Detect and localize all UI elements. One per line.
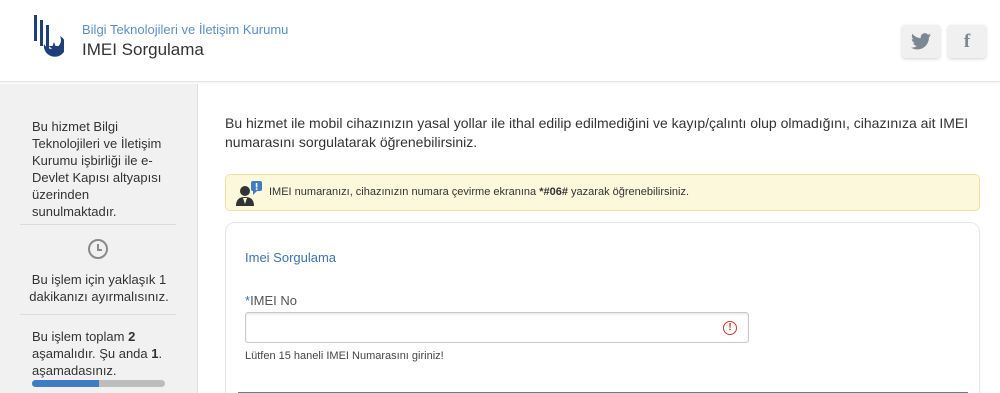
total-steps: 2 xyxy=(128,329,136,344)
service-description: Bu hizmet ile mobil cihazınızın yasal yo… xyxy=(225,115,969,150)
notice-text-part: IMEI numaranızı, cihazınızın numara çevi… xyxy=(269,186,540,198)
service-title: IMEI Sorgulama xyxy=(82,40,204,59)
info-notice: IMEI numaranızı, cihazınızın numara çevi… xyxy=(225,174,980,211)
form-title: Imei Sorgulama xyxy=(245,250,337,265)
imei-label-text: IMEI No xyxy=(250,293,298,308)
notice-text-part: yazarak öğrenebilirsiniz. xyxy=(568,186,690,198)
duration-note: Bu işlem için yaklaşık 1 dakikanızı ayır… xyxy=(29,272,169,304)
sidebar: Bu hizmet Bilgi Teknolojileri ve İletişi… xyxy=(0,84,198,393)
imei-query-card: Imei Sorgulama *IMEI No ! Lütfen 15 hane… xyxy=(225,222,980,393)
btk-logo-icon xyxy=(34,15,64,57)
twitter-share-button[interactable] xyxy=(902,25,940,58)
step-text: Bu işlem toplam xyxy=(32,329,129,344)
imei-hint: Lütfen 15 haneli IMEI Numarasını giriniz… xyxy=(245,350,444,362)
sidebar-divider xyxy=(20,224,176,225)
sidebar-divider xyxy=(20,314,176,315)
facebook-share-button[interactable]: f xyxy=(948,25,986,58)
header: Bilgi Teknolojileri ve İletişim Kurumu I… xyxy=(0,0,1000,82)
notice-text: IMEI numaranızı, cihazınızın numara çevi… xyxy=(269,186,689,198)
step-info: Bu işlem toplam 2 aşamalıdır. Şu anda 1.… xyxy=(32,328,172,379)
service-info-text: Bu hizmet Bilgi Teknolojileri ve İletişi… xyxy=(32,119,162,219)
step-text: aşamalıdır. Şu anda xyxy=(32,346,152,361)
imei-code: *#06# xyxy=(539,186,568,198)
clock-icon xyxy=(88,239,108,259)
organization-name: Bilgi Teknolojileri ve İletişim Kurumu xyxy=(82,22,289,37)
imei-input[interactable] xyxy=(245,312,749,343)
twitter-icon xyxy=(911,33,931,50)
support-agent-icon xyxy=(236,181,262,206)
step-progress-fill xyxy=(32,380,99,387)
step-progress-bar xyxy=(32,380,165,387)
error-icon: ! xyxy=(723,321,737,335)
imei-label: *IMEI No xyxy=(245,293,297,308)
facebook-icon: f xyxy=(963,30,971,52)
